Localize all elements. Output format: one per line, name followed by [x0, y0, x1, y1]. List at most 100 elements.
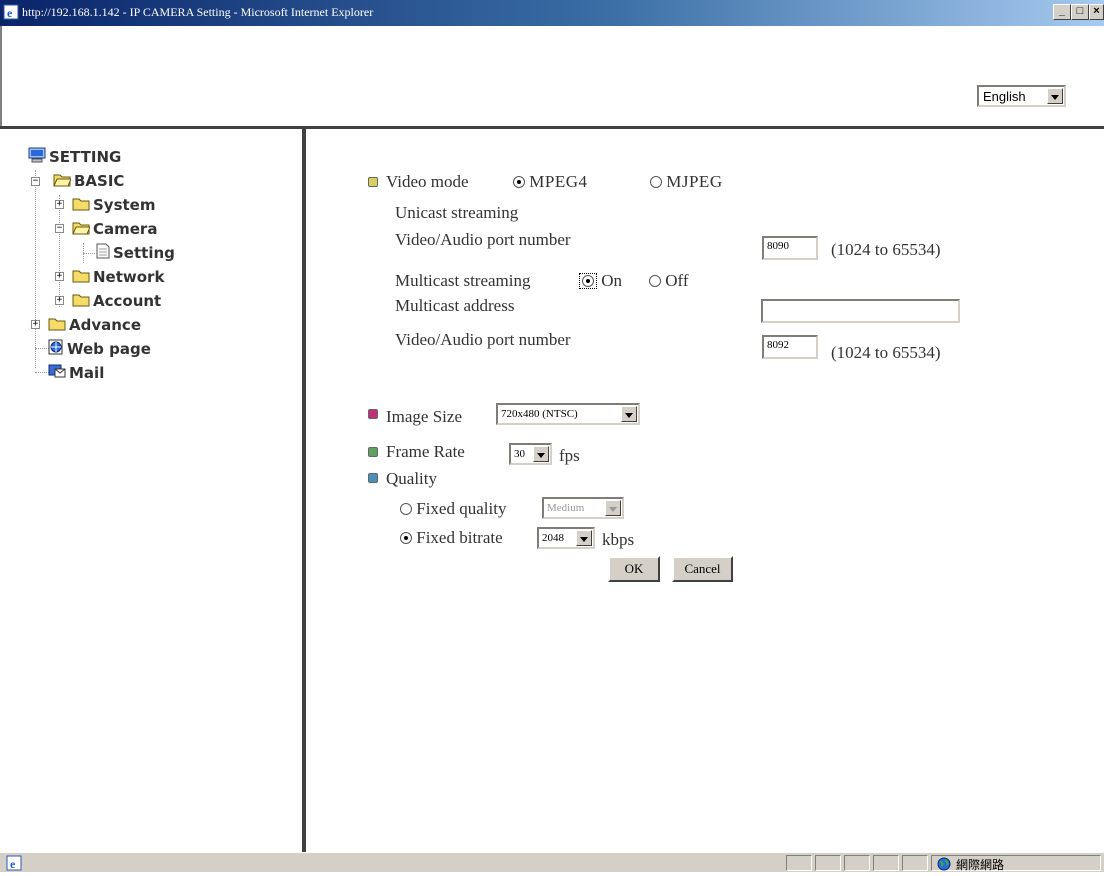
- unicast-port-range: (1024 to 65534): [831, 240, 941, 259]
- tree-item-setting[interactable]: Setting: [96, 243, 175, 263]
- multicast-port-input[interactable]: 8092: [762, 335, 818, 359]
- mail-icon: [48, 363, 66, 384]
- fixed-quality-select[interactable]: Medium: [542, 497, 624, 519]
- mpeg4-option[interactable]: MPEG4: [513, 172, 587, 192]
- fixed-bitrate-option[interactable]: Fixed bitrate: [400, 528, 503, 548]
- frame-rate-bullet-icon: [368, 447, 378, 457]
- folder-open-icon: [53, 172, 72, 192]
- tree-item-network[interactable]: Network: [72, 267, 164, 287]
- fixed-quality-label: Fixed quality: [416, 499, 507, 518]
- multicast-address-label: Multicast address: [395, 296, 515, 315]
- multicast-on-option[interactable]: On: [579, 271, 622, 291]
- collapse-icon[interactable]: −: [55, 224, 64, 233]
- expand-icon[interactable]: +: [55, 200, 64, 209]
- tree-label-account: Account: [93, 292, 162, 310]
- webpage-icon: [48, 339, 64, 360]
- maximize-button[interactable]: □: [1071, 4, 1089, 20]
- multicast-address-input[interactable]: [761, 299, 960, 323]
- chevron-down-icon[interactable]: [533, 446, 549, 462]
- tree-label-network: Network: [93, 268, 165, 286]
- fixed-bitrate-radio[interactable]: [400, 532, 412, 544]
- tree-item-advance[interactable]: Advance: [48, 315, 141, 335]
- svg-text:e: e: [7, 6, 13, 20]
- image-size-label: Image Size: [386, 407, 462, 426]
- settings-content: Video mode MPEG4 MJPEG Unicast streaming…: [306, 129, 1104, 852]
- status-cell: [902, 855, 928, 871]
- tree-root[interactable]: SETTING: [28, 147, 121, 167]
- tree-label-basic: BASIC: [74, 172, 125, 190]
- svg-text:e: e: [10, 857, 16, 871]
- minimize-button[interactable]: _: [1053, 4, 1071, 20]
- chevron-down-icon[interactable]: [576, 530, 592, 546]
- ie-icon: e: [3, 4, 19, 20]
- multicast-off-radio[interactable]: [649, 275, 661, 287]
- expand-icon[interactable]: +: [55, 272, 64, 281]
- status-cell: [815, 855, 841, 871]
- unicast-port-input[interactable]: 8090: [762, 236, 818, 260]
- language-select[interactable]: English: [977, 85, 1066, 107]
- tree-label-webpage: Web page: [67, 340, 151, 358]
- collapse-icon[interactable]: −: [31, 177, 40, 186]
- tree-item-mail[interactable]: Mail: [48, 363, 104, 383]
- image-size-bullet-icon: [368, 409, 378, 419]
- mjpeg-radio[interactable]: [650, 176, 662, 188]
- tree-item-account[interactable]: Account: [72, 291, 161, 311]
- quality-label: Quality: [386, 469, 437, 488]
- fixed-bitrate-label: Fixed bitrate: [416, 528, 503, 547]
- folder-icon: [48, 316, 66, 336]
- tree-item-webpage[interactable]: Web page: [48, 339, 151, 359]
- multicast-off-option[interactable]: Off: [649, 271, 689, 291]
- unicast-label: Unicast streaming: [395, 203, 519, 222]
- ok-button[interactable]: OK: [608, 556, 660, 582]
- video-bullet-icon: [368, 177, 378, 187]
- folder-icon: [72, 196, 90, 216]
- folder-icon: [72, 292, 90, 312]
- multicast-port-label: Video/Audio port number: [395, 330, 571, 349]
- window-title: http://192.168.1.142 - IP CAMERA Setting…: [22, 5, 374, 19]
- bitrate-select[interactable]: 2048: [537, 527, 595, 549]
- zone-label: 網際網路: [956, 858, 1005, 872]
- title-bar: e http://192.168.1.142 - IP CAMERA Setti…: [0, 0, 1104, 26]
- close-button[interactable]: ×: [1089, 4, 1104, 20]
- globe-icon: [937, 857, 951, 876]
- chevron-down-icon[interactable]: [621, 406, 637, 422]
- tree-label-setting-leaf: Setting: [113, 244, 175, 262]
- image-size-select[interactable]: 720x480 (NTSC): [496, 403, 640, 425]
- image-size-value: 720x480 (NTSC): [501, 408, 578, 420]
- expand-icon[interactable]: +: [55, 296, 64, 305]
- chevron-down-icon[interactable]: [605, 500, 621, 516]
- tree-item-system[interactable]: System: [72, 195, 155, 215]
- quality-bullet-icon: [368, 473, 378, 483]
- tree-line: [83, 253, 95, 254]
- chevron-down-icon[interactable]: [1047, 88, 1063, 104]
- cancel-button[interactable]: Cancel: [672, 556, 733, 582]
- fixed-quality-option[interactable]: Fixed quality: [400, 499, 506, 519]
- status-cell: [786, 855, 812, 871]
- tree-item-basic[interactable]: BASIC: [53, 171, 124, 191]
- status-cell: [873, 855, 899, 871]
- multicast-on-focus: [579, 273, 597, 289]
- multicast-on-radio[interactable]: [582, 275, 594, 287]
- mjpeg-option[interactable]: MJPEG: [650, 172, 723, 192]
- frame-rate-value: 30: [514, 448, 525, 460]
- language-selected: English: [983, 89, 1026, 104]
- frame-rate-select[interactable]: 30: [509, 443, 552, 465]
- multicast-off-label: Off: [665, 271, 689, 290]
- fixed-quality-radio[interactable]: [400, 503, 412, 515]
- mjpeg-label: MJPEG: [666, 172, 723, 191]
- expand-icon[interactable]: +: [31, 320, 40, 329]
- kbps-label: kbps: [602, 530, 635, 549]
- page-icon: e: [6, 855, 22, 876]
- mpeg4-label: MPEG4: [529, 172, 588, 191]
- tree-item-camera[interactable]: Camera: [72, 219, 157, 239]
- tree-label-camera: Camera: [93, 220, 158, 238]
- mpeg4-radio[interactable]: [513, 176, 525, 188]
- status-cell: [844, 855, 870, 871]
- frame-rate-label: Frame Rate: [386, 442, 465, 461]
- page-icon: [96, 243, 110, 264]
- video-mode-label: Video mode: [386, 172, 469, 191]
- tree-label-mail: Mail: [69, 364, 105, 382]
- tree-label-system: System: [93, 196, 156, 214]
- top-frame: English: [0, 26, 1104, 126]
- multicast-on-label: On: [601, 271, 623, 290]
